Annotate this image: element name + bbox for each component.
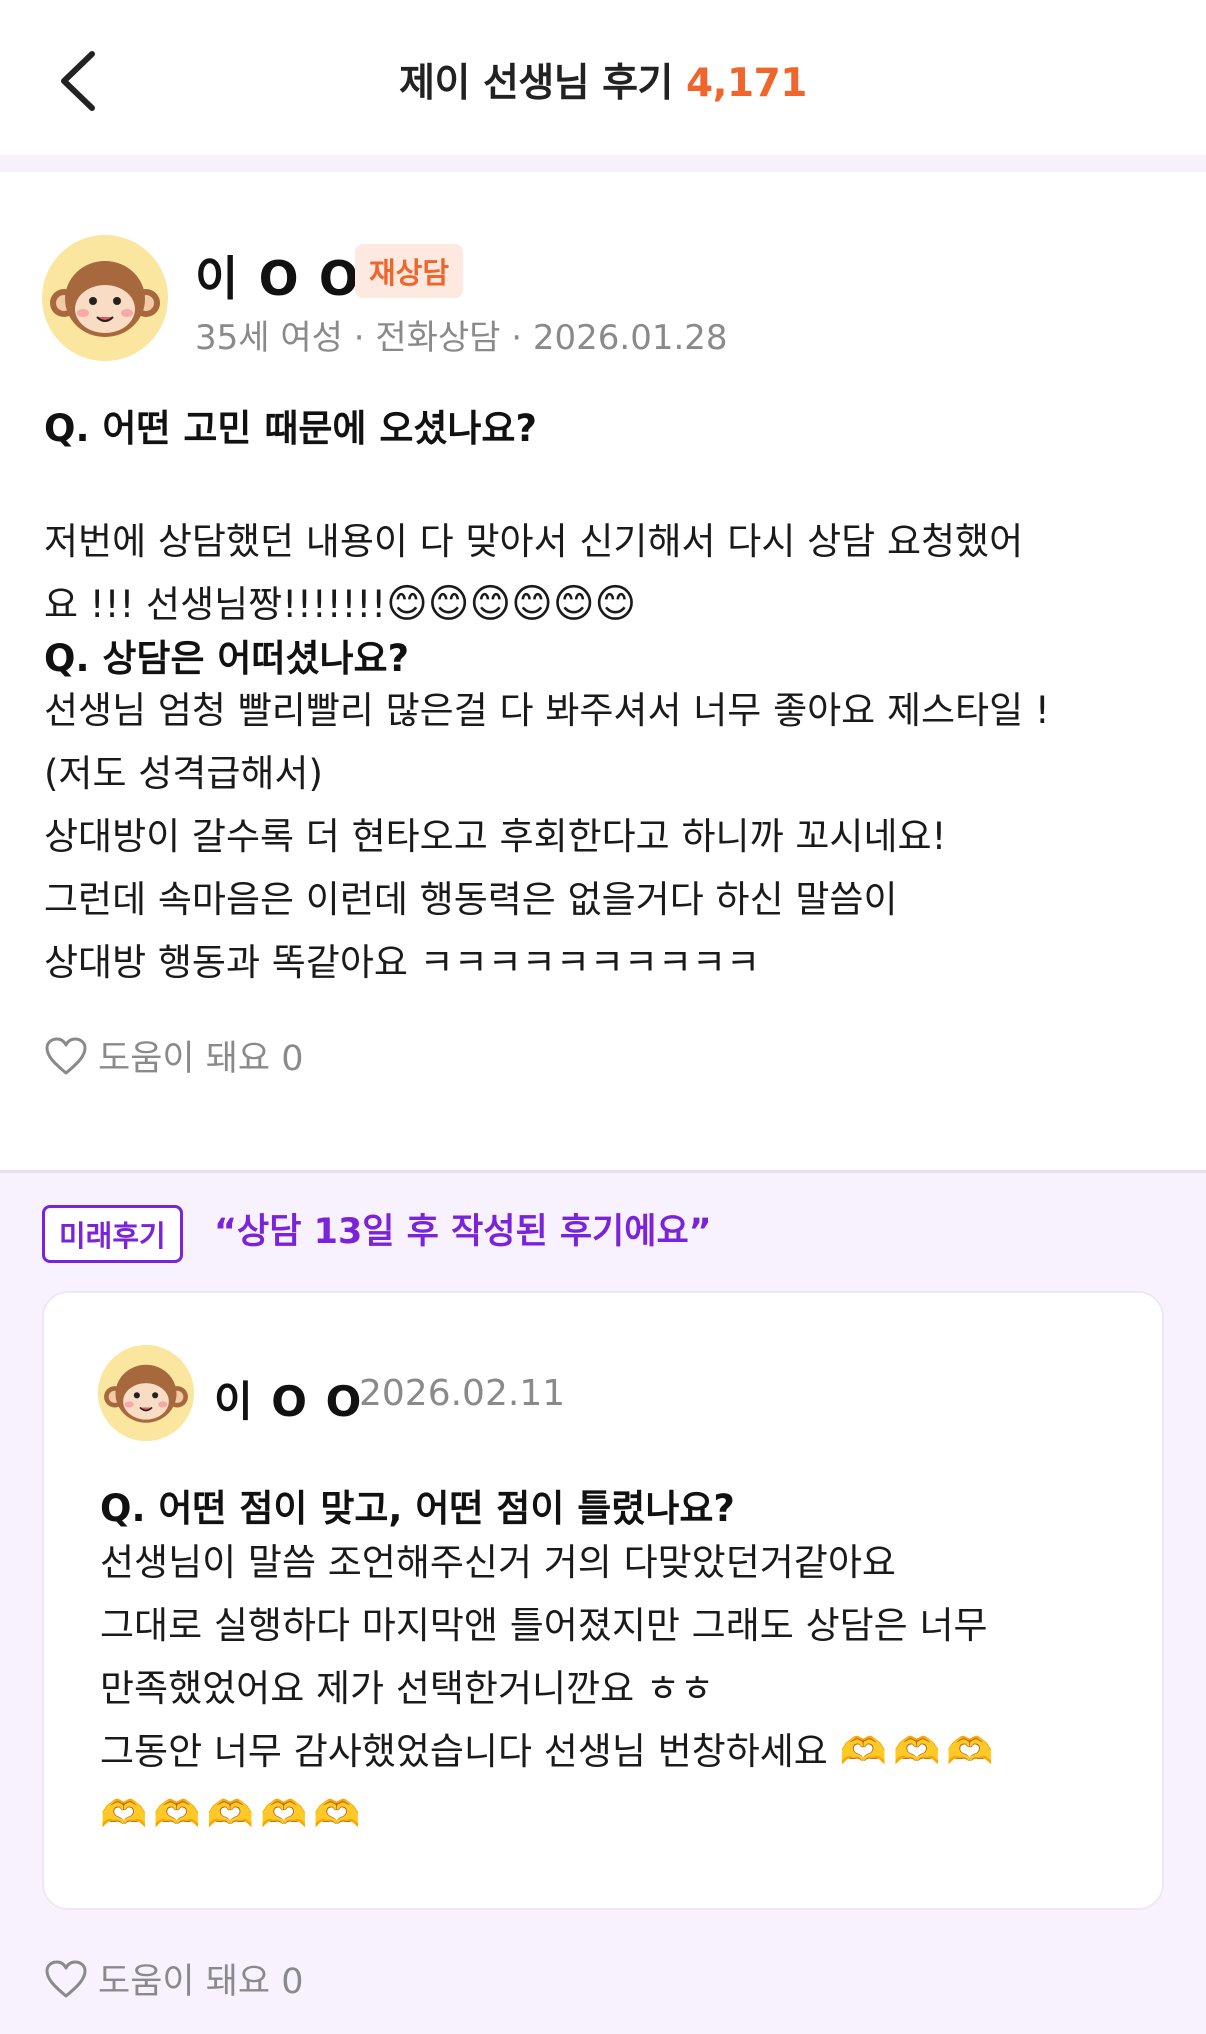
smile-emoji: 😊😊😊😊😊😊 [386,581,637,627]
answer-1: 저번에 상담했던 내용이 다 맞아서 신기해서 다시 상담 요청했어 요 !!!… [44,447,1174,636]
header: 제이 선생님 후기 4,171 [0,0,1206,155]
helpful-label: 도움이 돼요 0 [98,1039,304,1079]
heart-hands-emoji: 🫶🫶🫶🫶🫶 [100,1792,367,1836]
future-review-card: 이 O O 2026.02.11 Q. 어떤 점이 맞고, 어떤 점이 틀렸나요… [42,1291,1164,1910]
heart-outline-icon [45,1037,87,1074]
reviewer-name: 이 O O [195,252,361,307]
review-count: 4,171 [686,61,807,106]
answer-2: 선생님 엄청 빨리빨리 많은걸 다 봐주셔서 너무 좋아요 제스타일 ! (저도… [44,689,1050,984]
review-meta: 35세 여성 · 전화상담 · 2026.01.28 [195,318,728,358]
future-helpful-label: 도움이 돼요 0 [98,1962,304,2002]
question-1: Q. 어떤 고민 때문에 오셨나요? [44,407,537,450]
header-divider [0,155,1206,172]
monkey-avatar-icon [42,235,168,361]
future-question: Q. 어떤 점이 맞고, 어떤 점이 틀렸나요? [100,1487,735,1530]
avatar [98,1345,194,1441]
helpful-button[interactable]: 도움이 돼요 0 [44,1030,304,1081]
page-title-text: 제이 선생님 후기 [399,61,673,106]
monkey-avatar-icon [98,1345,194,1441]
heart-hands-emoji: 🫶🫶🫶 [839,1729,1000,1773]
avatar [42,235,168,361]
future-answer: 선생님이 말씀 조언해주신거 거의 다맞았던거같아요 그대로 실행하다 마지막앤… [100,1531,1140,1846]
future-helpful-button[interactable]: 도움이 돼요 0 [44,1953,304,2004]
future-review-section: 미래후기 “상담 13일 후 작성된 후기에요” 이 O O 2026.02.1… [0,1170,1206,2034]
future-review-tag: 미래후기 [42,1205,183,1263]
heart-outline-icon [45,1960,87,1997]
re-consult-badge: 재상담 [355,244,464,298]
future-review-date: 2026.02.11 [359,1373,566,1414]
question-2: Q. 상담은 어떠셨나요? [44,637,410,680]
page-title: 제이 선생님 후기 4,171 [0,52,1206,108]
future-review-note: “상담 13일 후 작성된 후기에요” [214,1212,712,1252]
future-reviewer-name: 이 O O [214,1377,364,1426]
